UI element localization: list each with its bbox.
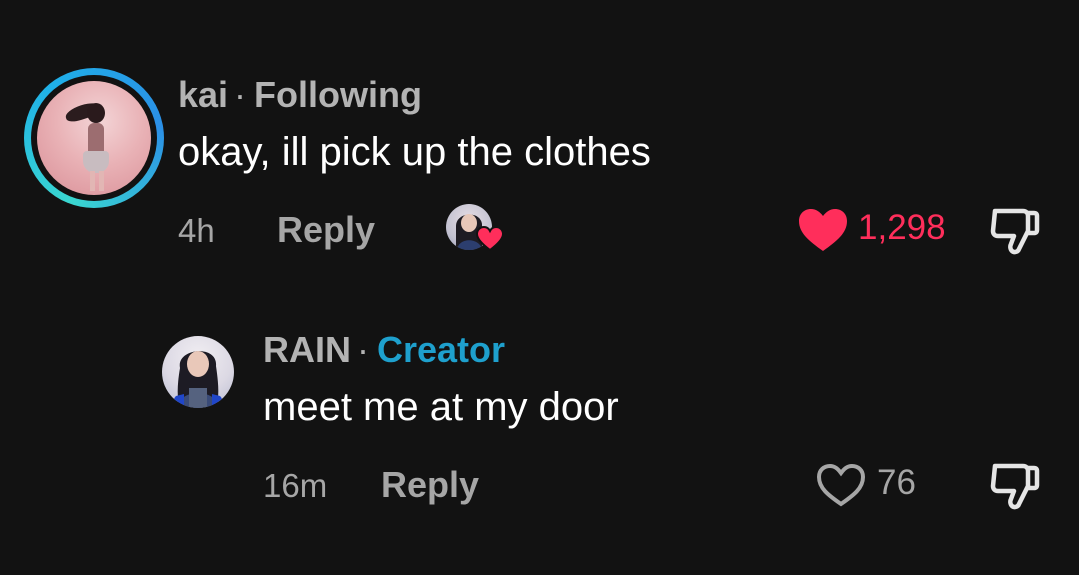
comment-header: kai · Following	[178, 74, 422, 116]
following-badge: Following	[254, 74, 423, 115]
avatar-figure-leg	[90, 171, 95, 191]
creator-liked-indicator	[446, 204, 504, 254]
avatar-figure-leg	[99, 171, 104, 191]
heart-outline-icon[interactable]	[816, 462, 866, 508]
heart-filled-icon[interactable]	[797, 207, 849, 253]
username[interactable]: kai	[178, 74, 228, 115]
reply-button[interactable]: Reply	[381, 465, 479, 505]
separator-dot: ·	[234, 74, 247, 115]
avatar[interactable]	[162, 336, 234, 408]
separator-dot: ·	[357, 329, 369, 370]
mini-heart-icon	[476, 226, 504, 252]
comment-time: 4h	[178, 212, 215, 249]
avatar-figure-skirt	[83, 151, 109, 173]
thumbs-down-icon[interactable]	[989, 205, 1041, 257]
username[interactable]: RAIN	[263, 329, 351, 370]
thumbs-down-icon[interactable]	[989, 460, 1041, 512]
like-count: 76	[877, 463, 916, 502]
like-count: 1,298	[858, 208, 946, 247]
comment-text: okay, ill pick up the clothes	[178, 130, 651, 174]
avatar[interactable]	[37, 81, 151, 195]
avatar-figure-head	[87, 103, 105, 123]
comment-text: meet me at my door	[263, 385, 619, 429]
comment-time: 16m	[263, 467, 328, 504]
comment-header: RAIN · Creator	[263, 329, 505, 371]
creator-badge: Creator	[377, 329, 506, 370]
reply-button[interactable]: Reply	[277, 210, 375, 250]
